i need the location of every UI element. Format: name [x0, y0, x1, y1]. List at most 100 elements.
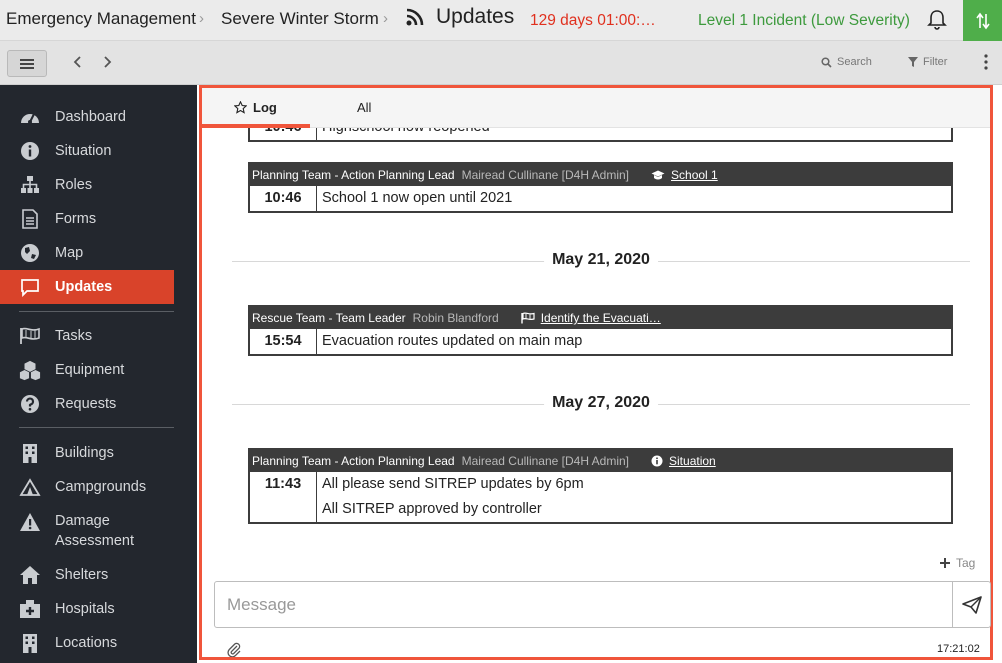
breadcrumb-incident-type[interactable]: Emergency Management	[6, 9, 196, 29]
search-button[interactable]: Search	[821, 56, 872, 68]
sidebar-item-equipment[interactable]: Equipment	[0, 353, 197, 387]
sidebar-item-label: Hospitals	[55, 601, 115, 617]
bell-icon[interactable]	[926, 9, 948, 31]
breadcrumb-incident[interactable]: Severe Winter Storm	[221, 9, 379, 29]
log-entry: Rescue Team - Team Leader Robin Blandfor…	[248, 305, 953, 356]
info-icon	[19, 140, 41, 162]
toolbar: Search Filter	[0, 41, 1002, 85]
log-link-label[interactable]: Situation	[669, 454, 716, 468]
more-options-icon[interactable]	[984, 54, 988, 70]
question-icon	[19, 393, 41, 415]
tab-all[interactable]: All	[357, 100, 371, 115]
tab-label: Log	[253, 100, 277, 115]
sidebar-item-damage-assessment[interactable]: Damage Assessment	[0, 509, 197, 553]
tent-icon	[19, 476, 41, 498]
log-message: All please send SITREP updates by 6pm	[322, 476, 584, 492]
log-message: School 1 now open until 2021	[322, 190, 513, 206]
sidebar-item-label: Buildings	[55, 445, 114, 461]
form-icon	[19, 208, 41, 230]
send-icon	[961, 595, 982, 614]
search-label: Search	[837, 56, 872, 68]
message-input[interactable]	[215, 582, 952, 627]
sidebar-item-label: Roles	[55, 177, 93, 193]
sidebar-item-updates[interactable]: Updates	[0, 270, 174, 304]
log-time: 10:46	[250, 186, 317, 211]
tab-bar: Log All	[202, 88, 990, 128]
log-row: 15:54 Evacuation routes updated on main …	[250, 329, 951, 354]
sidebar-item-map[interactable]: Map	[0, 236, 197, 270]
filter-icon	[908, 57, 918, 67]
forward-arrow-icon[interactable]	[99, 54, 115, 70]
hamburger-icon	[20, 58, 34, 69]
log-entry: 10:46 Highschool now reopened	[248, 128, 953, 142]
log-entry-header: Planning Team - Action Planning Lead Mai…	[250, 164, 951, 186]
date-separator: May 21, 2020	[232, 251, 970, 271]
sidebar-item-hospitals[interactable]: Hospitals	[0, 592, 197, 626]
log-link[interactable]: Identify the Evacuati…	[521, 311, 661, 325]
log-link-label[interactable]: School 1	[671, 168, 718, 182]
tag-label: Tag	[956, 556, 976, 570]
date-separator: May 27, 2020	[232, 394, 970, 414]
sidebar-item-roles[interactable]: Roles	[0, 168, 197, 202]
log-link-label[interactable]: Identify the Evacuati…	[541, 311, 661, 325]
sidebar-item-label: Shelters	[55, 567, 109, 583]
add-tag-button[interactable]: Tag	[940, 556, 975, 570]
sidebar-item-label: Updates	[55, 279, 113, 295]
sidebar-item-situation[interactable]: Situation	[0, 134, 197, 168]
sidebar-item-label: Situation	[55, 143, 112, 159]
log-entry-header: Rescue Team - Team Leader Robin Blandfor…	[250, 307, 951, 329]
globe-icon	[19, 242, 41, 264]
top-bar: Emergency Management › Severe Winter Sto…	[0, 0, 1002, 41]
sidebar-item-label: Locations	[55, 635, 118, 651]
incident-timer: 129 days 01:00:…	[530, 12, 656, 29]
log-author: Robin Blandford	[412, 311, 499, 325]
sidebar-item-requests[interactable]: Requests	[0, 387, 197, 421]
flag-icon	[19, 325, 41, 347]
sidebar-item-tasks[interactable]: Tasks	[0, 319, 197, 353]
sidebar-item-dashboard[interactable]: Dashboard	[0, 100, 197, 134]
building-icon	[19, 632, 41, 654]
building-icon	[19, 442, 41, 464]
sidebar-item-buildings[interactable]: Buildings	[0, 436, 197, 470]
tab-log[interactable]: Log	[234, 100, 277, 115]
sidebar-item-label: Requests	[55, 396, 117, 412]
date-label: May 21, 2020	[544, 251, 658, 269]
sync-button[interactable]	[963, 0, 1002, 41]
sidebar-item-label: Dashboard	[55, 109, 126, 125]
sidebar-item-locations[interactable]: Locations	[0, 626, 197, 660]
hospital-icon	[19, 598, 41, 620]
updates-panel: Log All 10:46 Highschool now reopened Pl…	[199, 85, 993, 660]
paperclip-icon[interactable]	[226, 641, 242, 657]
date-label: May 27, 2020	[544, 394, 658, 412]
breadcrumb-separator: ›	[383, 10, 388, 27]
sidebar-item-label: Damage Assessment	[55, 513, 134, 549]
sidebar-item-label: Map	[55, 245, 84, 261]
flag-icon	[521, 312, 535, 324]
back-arrow-icon[interactable]	[70, 54, 86, 70]
log-entry-header: Planning Team - Action Planning Lead Mai…	[250, 450, 951, 472]
log-link[interactable]: Situation	[651, 454, 716, 468]
log-entry: Planning Team - Action Planning Lead Mai…	[248, 448, 953, 524]
warning-icon	[19, 511, 41, 533]
log-team: Rescue Team - Team Leader	[252, 311, 406, 325]
filter-label: Filter	[923, 56, 948, 68]
page-title: Updates	[436, 5, 515, 28]
rss-icon	[406, 8, 424, 26]
severity-level[interactable]: Level 1 Incident (Low Severity)	[698, 12, 910, 30]
sidebar-item-label: Tasks	[55, 328, 93, 344]
log-team: Planning Team - Action Planning Lead	[252, 168, 455, 182]
sidebar-item-forms[interactable]: Forms	[0, 202, 197, 236]
log-link[interactable]: School 1	[651, 168, 718, 182]
sidebar-divider	[19, 427, 174, 428]
sidebar: Dashboard Situation Roles Forms Map Upda…	[0, 85, 197, 663]
sidebar-item-campgrounds[interactable]: Campgrounds	[0, 470, 197, 504]
log-author: Mairead Cullinane [D4H Admin]	[461, 168, 630, 182]
search-icon	[821, 56, 832, 68]
sidebar-item-shelters[interactable]: Shelters	[0, 558, 197, 592]
breadcrumb-separator: ›	[199, 10, 204, 27]
filter-button[interactable]: Filter	[908, 56, 947, 68]
org-chart-icon	[19, 174, 41, 196]
send-button[interactable]	[952, 582, 990, 627]
sidebar-item-label: Equipment	[55, 362, 125, 378]
menu-toggle-button[interactable]	[7, 50, 47, 77]
